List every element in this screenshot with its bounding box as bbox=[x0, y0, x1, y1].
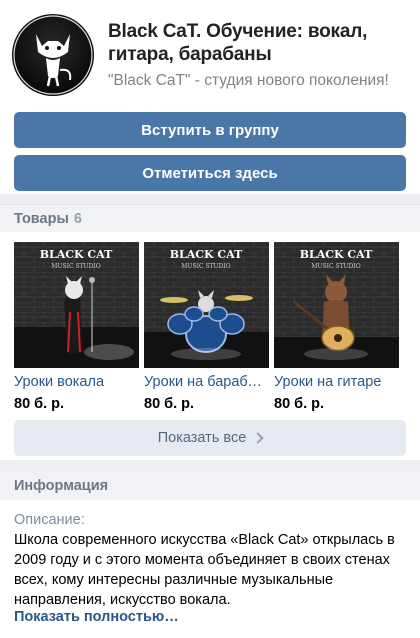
good-item-guitar[interactable]: BLACK CAT MUSIC STUDIO Уроки на гитаре 8… bbox=[274, 242, 399, 412]
good-item-drums[interactable]: BLACK CAT MUSIC STUDIO Уроки на барабана… bbox=[144, 242, 269, 412]
brand-subtitle: MUSIC STUDIO bbox=[51, 263, 101, 270]
good-thumbnail[interactable]: BLACK CAT MUSIC STUDIO bbox=[14, 242, 139, 368]
show-all-label: Показать все bbox=[157, 430, 247, 446]
brand-subtitle: MUSIC STUDIO bbox=[311, 263, 361, 270]
goods-header-label: Товары bbox=[14, 210, 69, 227]
good-name[interactable]: Уроки вокала bbox=[14, 374, 139, 390]
brand-title: BLACK CAT bbox=[170, 248, 243, 261]
chevron-right-icon bbox=[252, 432, 264, 444]
good-price: 80 б. р. bbox=[274, 396, 325, 412]
brand-title: BLACK CAT bbox=[40, 248, 113, 261]
goods-section: Товары 6 BLACK CAT MUSIC STUDIO Уроки во… bbox=[0, 204, 420, 460]
guitar-lesson-image: BLACK CAT MUSIC STUDIO bbox=[274, 242, 399, 368]
description-text: Школа современного искусства «Black Cat»… bbox=[14, 532, 395, 608]
divider bbox=[0, 194, 420, 204]
group-avatar[interactable] bbox=[12, 14, 94, 96]
good-thumbnail[interactable]: BLACK CAT MUSIC STUDIO bbox=[274, 242, 399, 368]
show-more-link[interactable]: Показать полностью… bbox=[14, 609, 179, 625]
drums-lesson-image: BLACK CAT MUSIC STUDIO bbox=[144, 242, 269, 368]
brand-title: BLACK CAT bbox=[300, 248, 373, 261]
checkin-button[interactable]: Отметиться здесь bbox=[14, 155, 406, 191]
join-group-button[interactable]: Вступить в группу bbox=[14, 112, 406, 148]
show-all-goods-button[interactable]: Показать все bbox=[14, 420, 406, 456]
info-header: Информация bbox=[0, 472, 420, 500]
info-section: Информация Описание: Школа современного … bbox=[0, 472, 420, 638]
goods-count: 6 bbox=[73, 210, 82, 227]
brand-subtitle: MUSIC STUDIO bbox=[181, 263, 231, 270]
good-price: 80 б. р. bbox=[14, 396, 65, 412]
good-thumbnail[interactable]: BLACK CAT MUSIC STUDIO bbox=[144, 242, 269, 368]
group-title: Black CaT. Обучение: вокал, гитара, бара… bbox=[108, 21, 368, 65]
goods-header[interactable]: Товары 6 bbox=[0, 204, 420, 232]
group-header: Black CaT. Обучение: вокал, гитара, бара… bbox=[0, 0, 420, 204]
black-cat-logo-icon bbox=[13, 15, 93, 95]
group-status: "Black CaT" - студия нового поколения! bbox=[108, 72, 389, 89]
good-item-vocal[interactable]: BLACK CAT MUSIC STUDIO Уроки вокала 80 б… bbox=[14, 242, 139, 412]
info-header-label: Информация bbox=[14, 478, 109, 494]
good-price: 80 б. р. bbox=[144, 396, 195, 412]
goods-list: BLACK CAT MUSIC STUDIO Уроки вокала 80 б… bbox=[0, 236, 420, 416]
good-name[interactable]: Уроки на барабанах bbox=[144, 374, 269, 390]
description-label: Описание: bbox=[14, 512, 85, 528]
divider bbox=[0, 460, 420, 472]
good-name[interactable]: Уроки на гитаре bbox=[274, 374, 399, 390]
vocal-lesson-image: BLACK CAT MUSIC STUDIO bbox=[14, 242, 139, 368]
